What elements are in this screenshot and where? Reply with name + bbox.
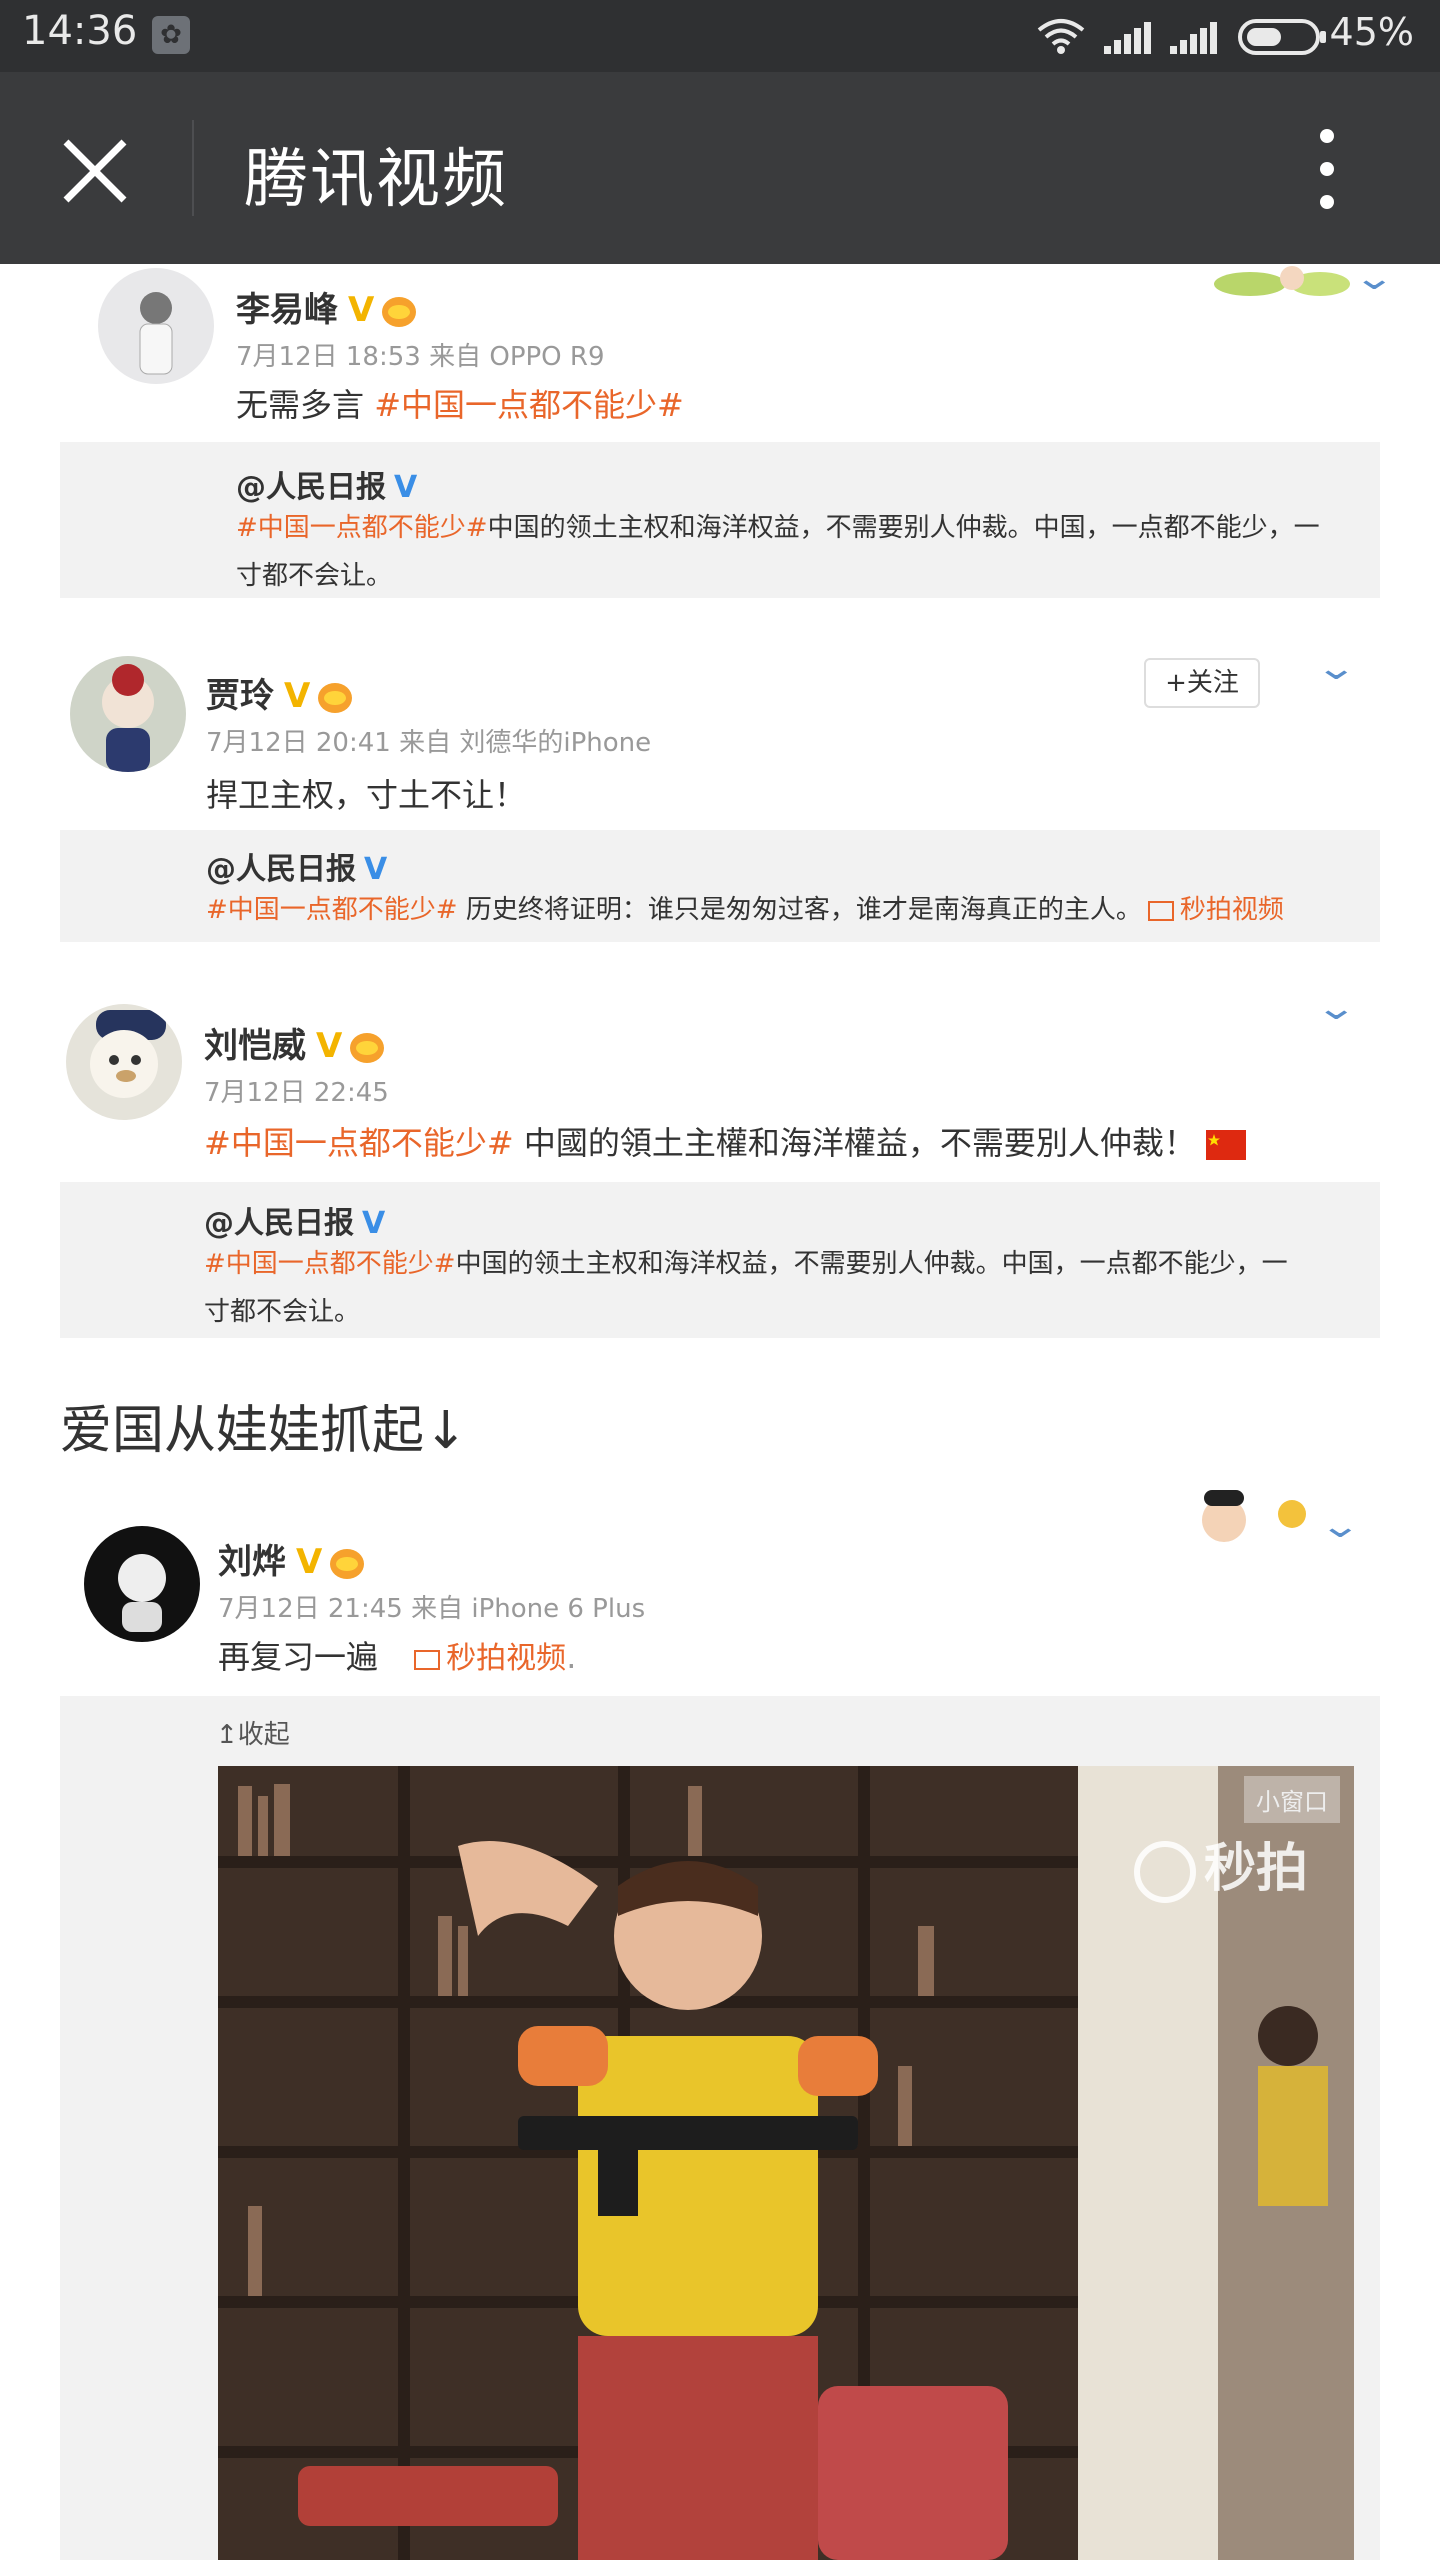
weibo-post: 刘恺威 V 7月12日 22:45 #中国一点都不能少# 中國的領土主權和海洋權益… <box>60 978 1380 1182</box>
signal-icon <box>1104 22 1151 54</box>
quoted-text: #中国一点都不能少# 历史终将证明：谁只是匆匆过客，谁才是南海真正的主人。 秒拍视… <box>206 895 1284 925</box>
verified-icon: V <box>362 1206 386 1241</box>
battery-icon <box>1238 19 1326 55</box>
avatar[interactable] <box>84 1526 200 1642</box>
post-text: #中国一点都不能少# 中國的領土主權和海洋權益，不需要別人仲裁！ <box>204 1118 1246 1164</box>
decorative-sticker-icon <box>1214 266 1350 296</box>
video-icon <box>1147 900 1174 921</box>
quoted-post[interactable]: @人民日报 V #中国一点都不能少# 历史终将证明：谁只是匆匆过客，谁才是南海真正… <box>60 830 1380 942</box>
author-name[interactable]: 李易峰 V <box>236 282 417 331</box>
hashtag-link[interactable]: #中国一点都不能少# <box>204 1249 456 1279</box>
china-flag-icon <box>1206 1130 1246 1160</box>
hashtag-link[interactable]: #中国一点都不能少# <box>374 386 684 424</box>
pip-tag[interactable]: 小窗口 <box>1244 1776 1340 1823</box>
author-name[interactable]: 刘恺威 V <box>204 1018 385 1067</box>
quoted-post[interactable]: @人民日报 V #中国一点都不能少#中国的领土主权和海洋权益，不需要别人仲裁。中国… <box>60 442 1380 598</box>
vip-crown-icon <box>350 1032 385 1063</box>
title-divider <box>192 120 194 216</box>
hashtag-link[interactable]: #中国一点都不能少# <box>236 513 488 543</box>
author-name[interactable]: 贾玲 V <box>206 668 353 717</box>
verified-icon: V <box>296 1542 323 1582</box>
decorative-sticker-icon <box>1202 1490 1306 1542</box>
collapse-arrow-icon: ↥ <box>216 1720 238 1750</box>
avatar[interactable] <box>98 268 214 384</box>
collapse-button[interactable]: ↥收起 <box>216 1714 290 1751</box>
chevron-down-icon[interactable]: ⌄ <box>1315 988 1358 1028</box>
chevron-down-icon[interactable]: ⌄ <box>1315 648 1358 688</box>
page-title: 腾讯视频 <box>244 143 508 217</box>
miaopai-video-link[interactable]: 秒拍视频 <box>1142 895 1284 925</box>
verified-icon: V <box>316 1026 343 1066</box>
verified-icon: V <box>284 676 311 716</box>
more-options-icon[interactable] <box>1312 126 1342 212</box>
vip-crown-icon <box>330 1548 365 1579</box>
link-suffix: . <box>566 1638 577 1676</box>
notification-app-icon: ✿ <box>152 16 190 54</box>
weibo-post: 贾玲 V 7月12日 20:41 来自 刘德华的iPhone 捍卫主权，寸土不让！… <box>60 630 1380 830</box>
avatar[interactable] <box>70 656 186 772</box>
chevron-down-icon[interactable]: ⌄ <box>1353 258 1396 298</box>
post-text: 无需多言 #中国一点都不能少# <box>236 386 684 424</box>
quoted-text: #中国一点都不能少#中国的领土主权和海洋权益，不需要别人仲裁。中国，一点都不能少… <box>236 513 1320 591</box>
post-text: 再复习一遍 秒拍视频. <box>218 1638 577 1676</box>
status-time: 14:36 <box>22 8 138 54</box>
title-bar: 腾讯视频 <box>0 72 1440 264</box>
verified-icon: V <box>364 852 388 887</box>
quoted-author[interactable]: @人民日报 V <box>206 844 387 888</box>
weibo-post: 李易峰 V 7月12日 18:53 来自 OPPO R9 无需多言 #中国一点都不… <box>60 258 1396 444</box>
close-icon[interactable] <box>60 136 130 206</box>
avatar[interactable] <box>66 1004 182 1120</box>
status-bar: 14:36 ✿ 45% <box>0 0 1440 72</box>
video-container: ↥收起 小窗口 秒拍 <box>60 1696 1380 2560</box>
section-heading: 爱国从娃娃抓起↓ <box>60 1401 468 1461</box>
post-meta: 7月12日 22:45 <box>204 1078 389 1108</box>
verified-icon: V <box>394 470 418 505</box>
post-meta: 7月12日 18:53 来自 OPPO R9 <box>236 342 605 372</box>
post-meta: 7月12日 20:41 来自 刘德华的iPhone <box>206 728 652 758</box>
battery-percent: 45% <box>1329 10 1414 54</box>
hashtag-link[interactable]: #中国一点都不能少# <box>204 1124 514 1162</box>
video-icon <box>414 1649 441 1670</box>
quoted-post[interactable]: @人民日报 V #中国一点都不能少#中国的领土主权和海洋权益，不需要别人仲裁。中国… <box>60 1182 1380 1338</box>
author-name[interactable]: 刘烨 V <box>218 1534 365 1583</box>
hashtag-link[interactable]: #中国一点都不能少# <box>206 895 458 925</box>
miaopai-logo-icon <box>1133 1841 1196 1903</box>
miaopai-video-link[interactable]: 秒拍视频 <box>408 1641 566 1676</box>
quoted-author[interactable]: @人民日报 V <box>236 462 417 506</box>
verified-icon: V <box>348 290 375 330</box>
signal-icon-2 <box>1170 22 1217 54</box>
post-meta: 7月12日 21:45 来自 iPhone 6 Plus <box>218 1594 646 1624</box>
watermark: 秒拍 <box>1133 1826 1308 1903</box>
quoted-text: #中国一点都不能少#中国的领土主权和海洋权益，不需要别人仲裁。中国，一点都不能少… <box>204 1249 1288 1327</box>
video-player[interactable]: 小窗口 秒拍 <box>218 1766 1354 2560</box>
post-text: 捍卫主权，寸土不让！ <box>206 776 527 814</box>
wifi-icon <box>1037 19 1085 54</box>
quoted-author[interactable]: @人民日报 V <box>204 1198 385 1242</box>
vip-crown-icon <box>382 296 417 327</box>
weibo-post: 刘烨 V 7月12日 21:45 来自 iPhone 6 Plus 再复习一遍 秒… <box>60 1486 1380 1696</box>
follow-button[interactable]: +关注 <box>1144 658 1260 708</box>
chevron-down-icon[interactable]: ⌄ <box>1319 1506 1362 1546</box>
vip-crown-icon <box>318 682 353 713</box>
